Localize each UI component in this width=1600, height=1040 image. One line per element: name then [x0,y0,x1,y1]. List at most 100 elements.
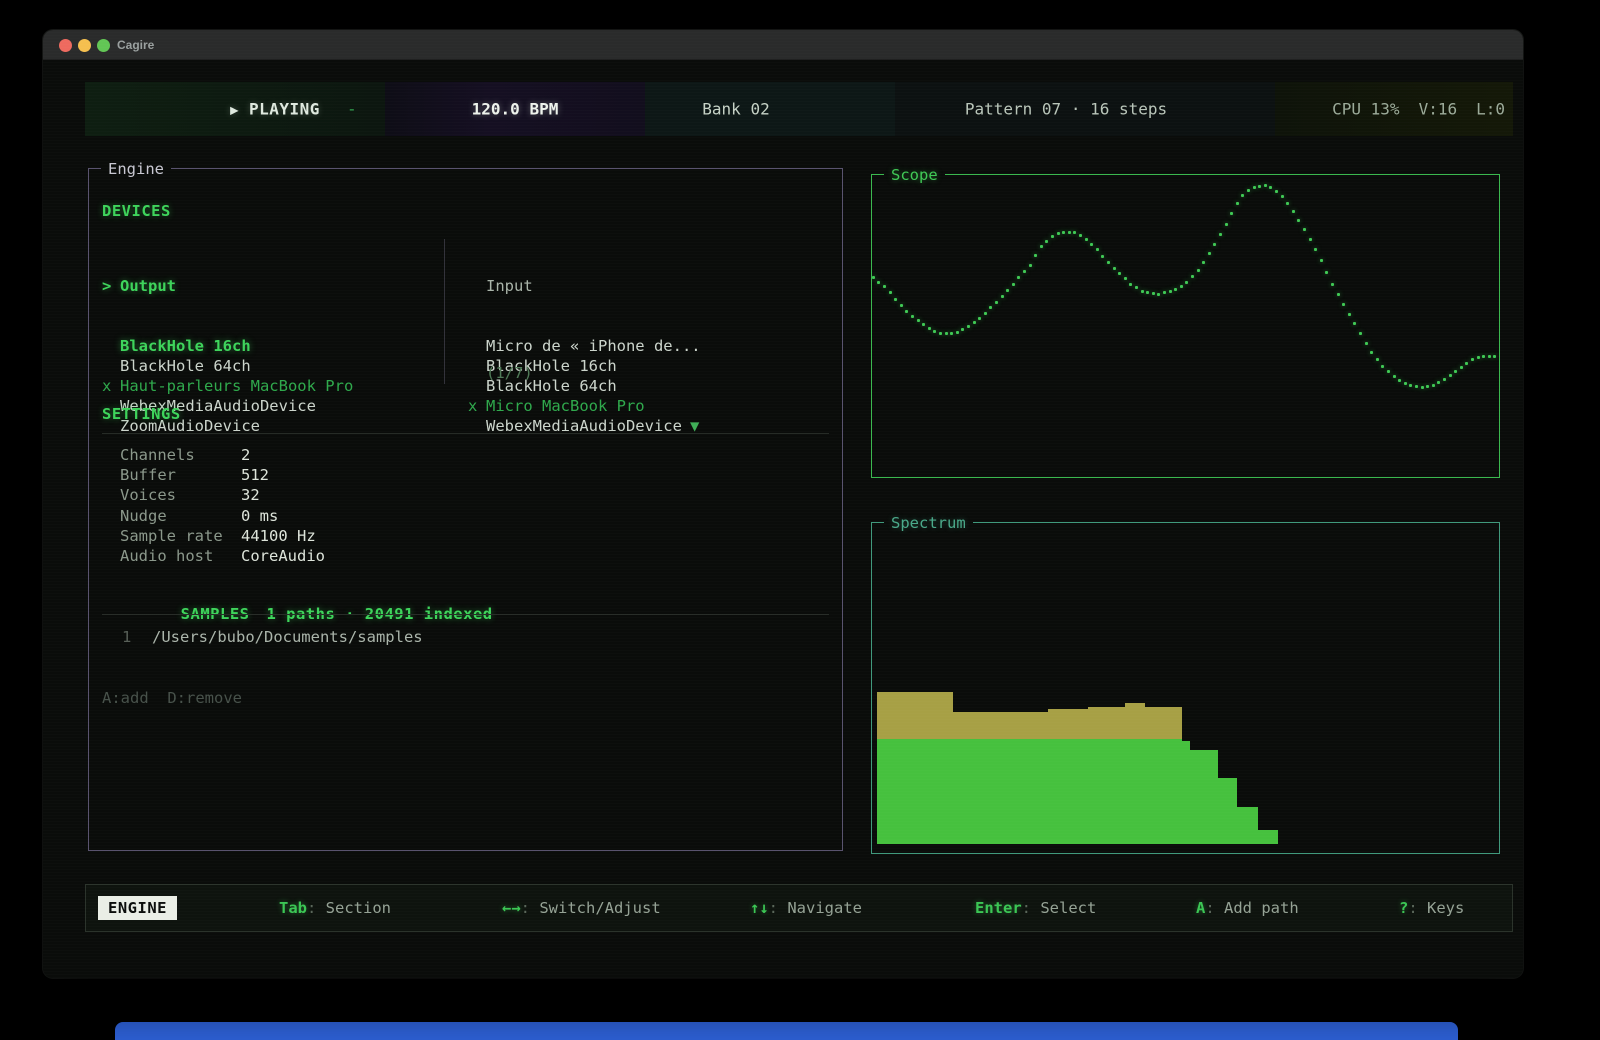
scope-dot [1096,248,1099,251]
output-device-item[interactable]: xHaut-parleurs MacBook Pro [102,376,442,396]
setting-label: Audio host [120,547,213,565]
spectrum-peak-segment [877,692,953,739]
titlebar[interactable]: Cagire [43,30,1523,60]
scope-dot [877,281,880,284]
scope-dot [1101,255,1104,258]
shortcut-action: Select [1040,899,1096,917]
spectrum-peak-segment [1125,703,1145,739]
setting-value[interactable]: CoreAudio [241,547,325,565]
shortcut-separator: : [1408,899,1427,917]
shortcut-key: ←→ [502,899,521,917]
scope-dot [1062,231,1065,234]
active-device-marker: x [468,396,486,416]
shortcut-item: Tab: Section [279,899,391,917]
scope-dot [1449,374,1452,377]
scope-waveform [872,175,1499,477]
spectrum-level-segment [1258,830,1278,844]
input-device-list: Input Micro de « iPhone de...BlackHole 1… [468,236,798,436]
scope-dot [894,298,897,301]
engine-panel-title: Engine [101,160,171,178]
scope-dot [1281,195,1284,198]
settings-row: Voices 32 [89,486,842,506]
scope-dot [889,291,892,294]
scope-dot [1090,243,1093,246]
output-device-item[interactable]: BlackHole 16ch [102,336,442,356]
input-device-item[interactable]: Micro de « iPhone de... [468,336,798,356]
shortcut-separator: : [769,899,788,917]
background-window-edge [115,1022,1458,1040]
spectrum-level-segment [1048,739,1088,844]
setting-label: Sample rate [120,527,223,545]
scope-dot [1236,202,1239,205]
setting-value[interactable]: 2 [241,446,250,464]
setting-value[interactable]: 512 [241,466,269,484]
shortcut-item: ?: Keys [1399,899,1464,917]
scope-dot [939,332,942,335]
settings-heading: SETTINGS [102,405,181,423]
scope-dot [1482,355,1485,358]
scope-dot [1337,293,1340,296]
setting-label: Voices [120,486,176,504]
scope-dot [1404,382,1407,385]
spectrum-peak-segment [1088,707,1125,739]
column-divider [444,239,445,384]
setting-label: Nudge [120,507,167,525]
scope-dot [1191,275,1194,278]
scope-dot [1051,235,1054,238]
scope-dot [995,301,998,304]
play-icon: ▶ [230,103,239,119]
shortcut-item: ↑↓: Navigate [750,899,862,917]
scope-dot [1001,295,1004,298]
shortcut-item: Enter: Select [975,899,1096,917]
spectrum-level-segment [1190,750,1218,844]
scope-dot [1040,245,1043,248]
scope-dot [1057,232,1060,235]
close-button[interactable] [59,39,72,52]
setting-value[interactable]: 0 ms [241,507,278,525]
scope-dot [1381,365,1384,368]
minimize-button[interactable] [78,39,91,52]
shortcut-key: Tab [279,899,307,917]
settings-row: Nudge 0 ms [89,507,842,527]
shortcut-key: ↑↓ [750,899,769,917]
scope-dot [1034,254,1037,257]
scope-dot [1157,293,1160,296]
scope-dot [1068,231,1071,234]
scope-dot [1118,272,1121,275]
scope-dot [1409,384,1412,387]
scope-dot [1331,283,1334,286]
scope-dot [911,315,914,318]
scope-dot [1325,271,1328,274]
scope-dot [1359,332,1362,335]
spectrum-level-segment [1145,739,1182,844]
path-value: /Users/bubo/Documents/samples [152,628,423,646]
transport-dash: - [347,100,357,119]
setting-value[interactable]: 32 [241,486,260,504]
scope-dot [1275,190,1278,193]
scope-dot [1426,385,1429,388]
scope-dot [1146,291,1149,294]
spectrum-level-segment [1218,778,1237,844]
scope-dot [1443,378,1446,381]
selection-cursor: > [102,276,120,296]
shortcut-item: A: Add path [1196,899,1299,917]
scope-dot [1045,240,1048,243]
input-device-item[interactable]: xMicro MacBook Pro [468,396,798,416]
scope-dot [1353,322,1356,325]
scope-dot [1320,259,1323,262]
scope-dot [1432,384,1435,387]
spectrum-peak-segment [1145,707,1182,739]
zoom-button[interactable] [97,39,110,52]
output-list-header: >Output [102,276,442,296]
output-device-item[interactable]: BlackHole 64ch [102,356,442,376]
settings-row: Audio host CoreAudio [89,547,842,567]
shortcut-separator: : [307,899,326,917]
input-list-pager: (1/7) [486,364,533,382]
cpu-stat: CPU 13% [1332,100,1399,119]
setting-value[interactable]: 44100 Hz [241,527,316,545]
scope-dot [1073,231,1076,234]
shortcut-item: ←→: Switch/Adjust [502,899,661,917]
scope-dot [1465,362,1468,365]
scope-dot [1488,355,1491,358]
shortcut-action: Section [326,899,391,917]
